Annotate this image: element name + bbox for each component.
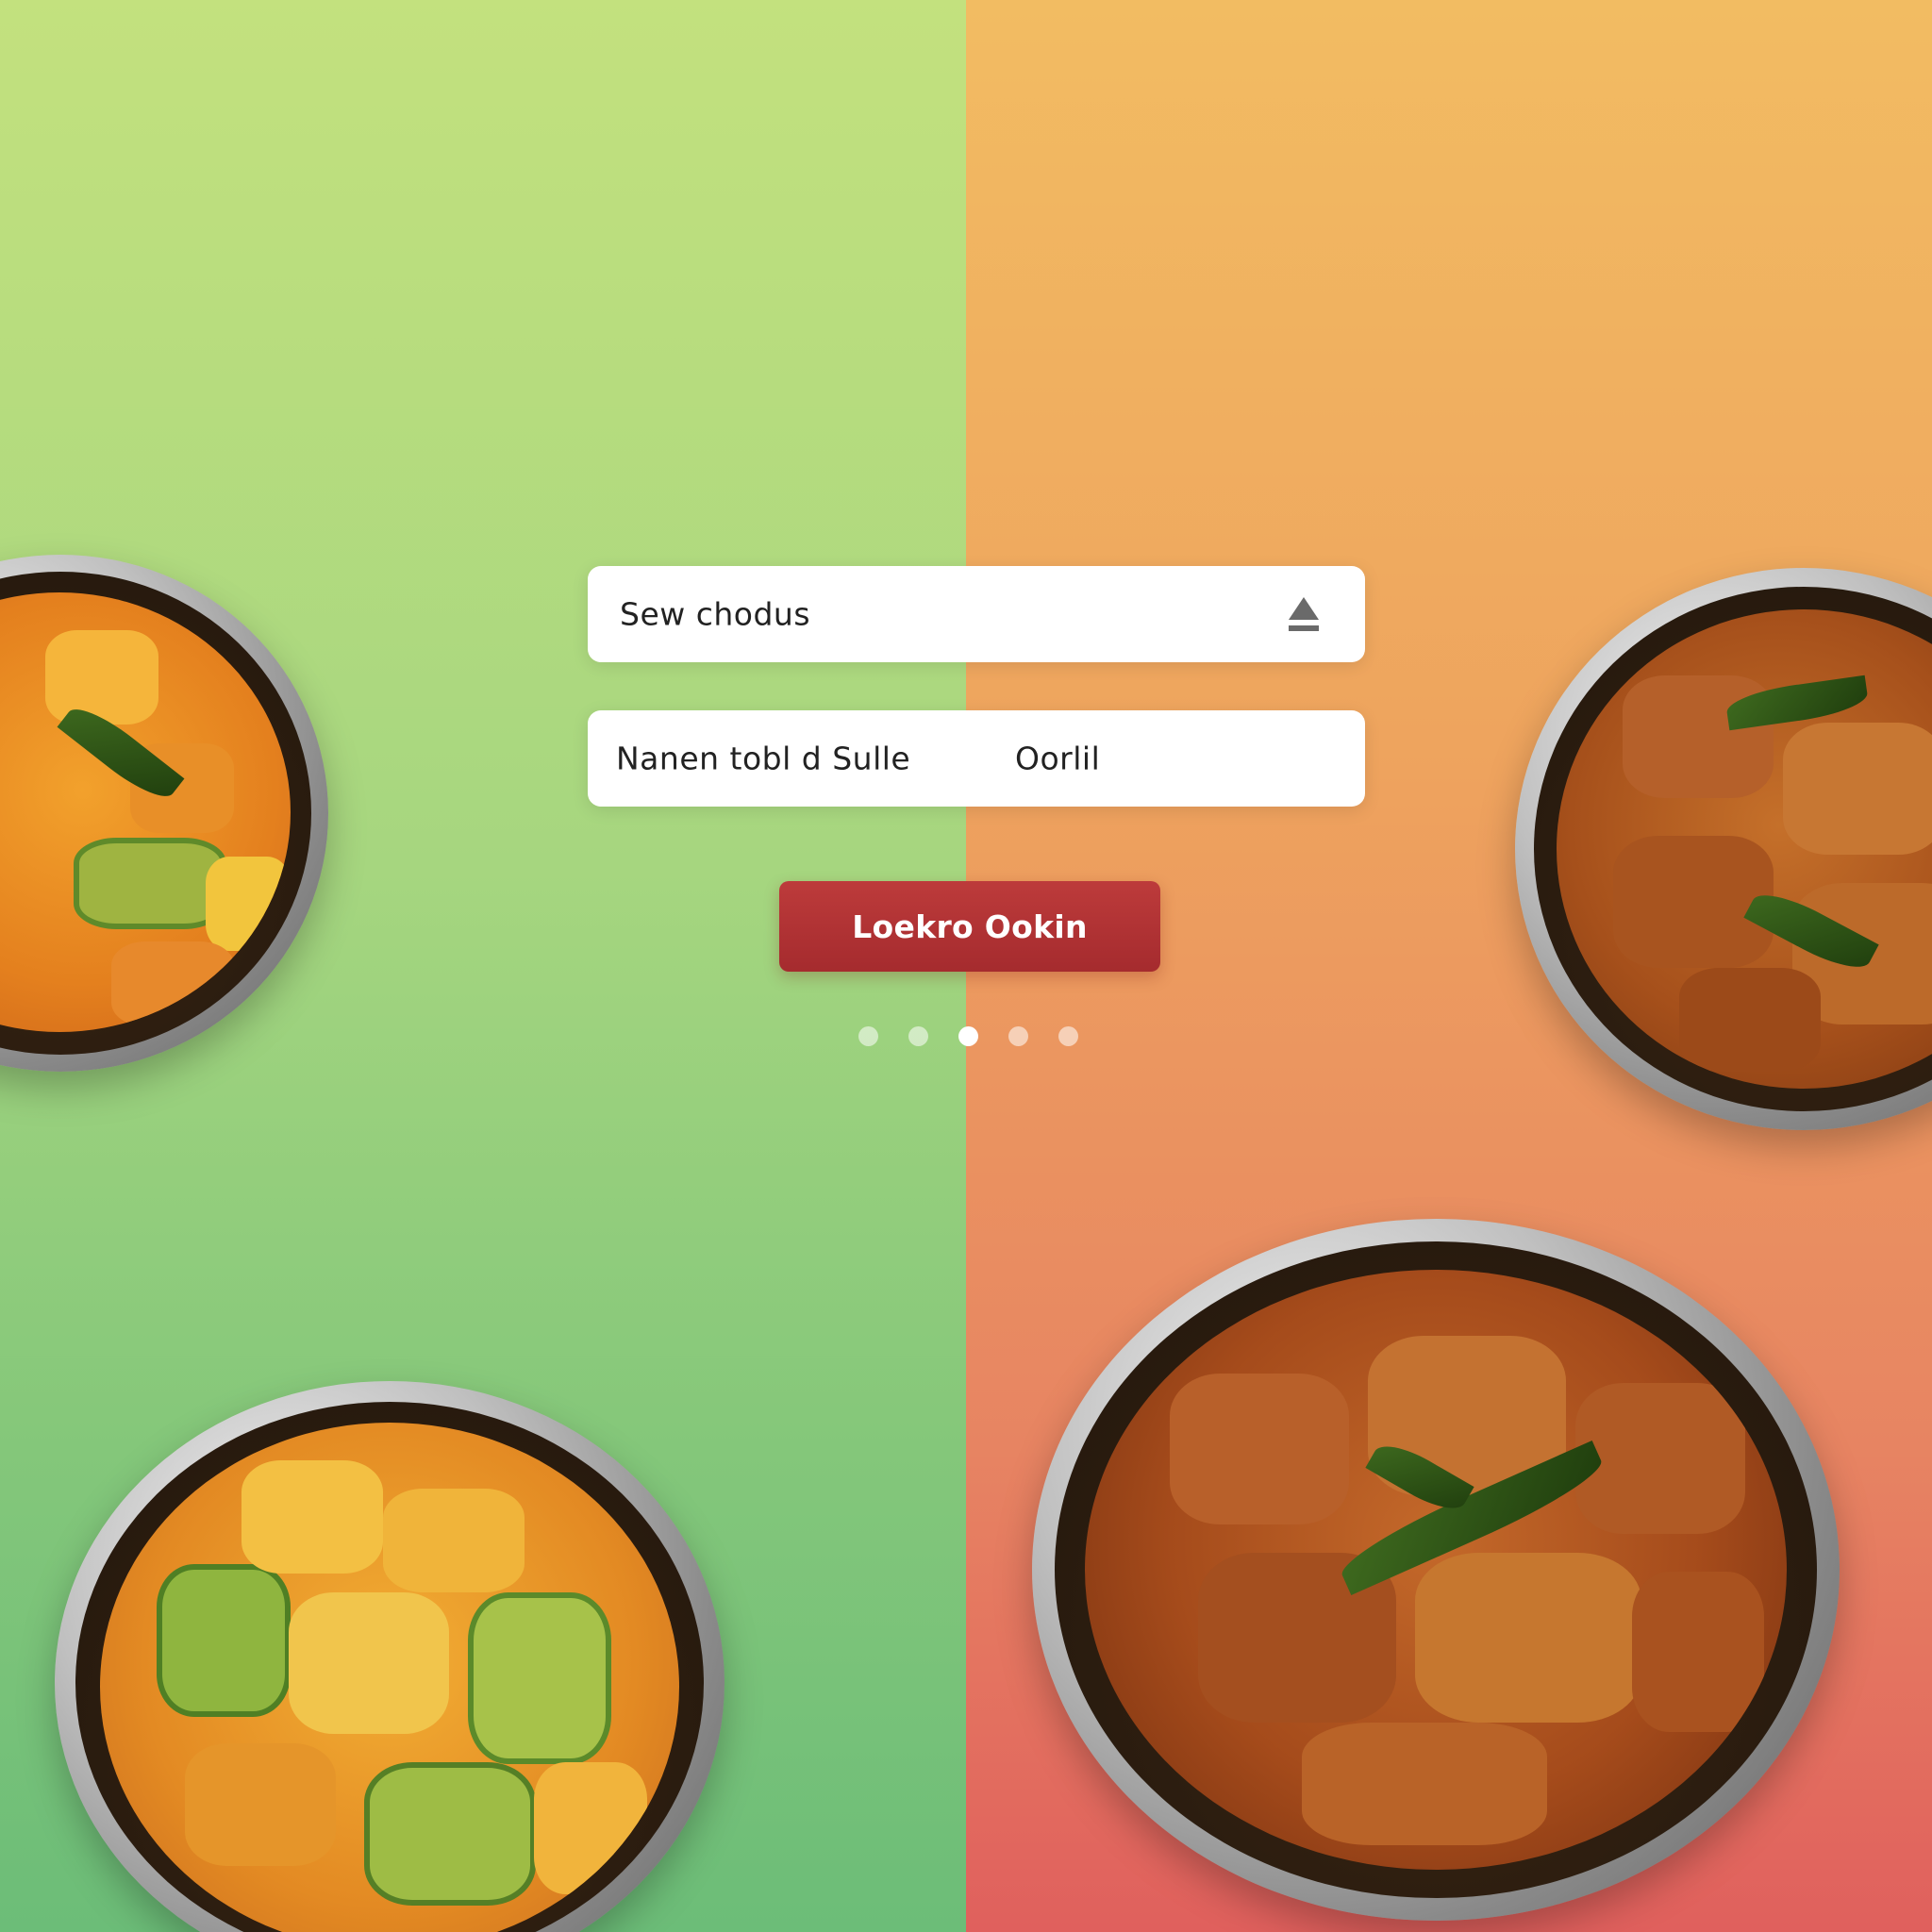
upload-icon[interactable] <box>1286 593 1322 635</box>
details-field-value: Oorlil <box>1015 740 1101 777</box>
carousel-pagination <box>858 1026 1085 1047</box>
carousel-dot-3[interactable] <box>958 1026 978 1046</box>
carousel-dot-2[interactable] <box>908 1026 928 1046</box>
details-field-label: Nanen tobl d Sulle <box>616 740 911 777</box>
chicken-pickle-bowl-bottom-right <box>1032 1219 1840 1921</box>
primary-action-button[interactable]: Loekro Ookin <box>779 881 1160 972</box>
details-field[interactable]: Nanen tobl d Sulle Oorlil <box>588 710 1365 807</box>
search-field-value: Sew chodus <box>620 595 811 633</box>
carousel-dot-5[interactable] <box>1058 1026 1078 1046</box>
carousel-dot-1[interactable] <box>858 1026 878 1046</box>
landing-screen: Sew chodus Nanen tobl d Sulle Oorlil Loe… <box>0 0 1932 1932</box>
carousel-dot-4[interactable] <box>1008 1026 1028 1046</box>
search-field[interactable]: Sew chodus <box>588 566 1365 662</box>
